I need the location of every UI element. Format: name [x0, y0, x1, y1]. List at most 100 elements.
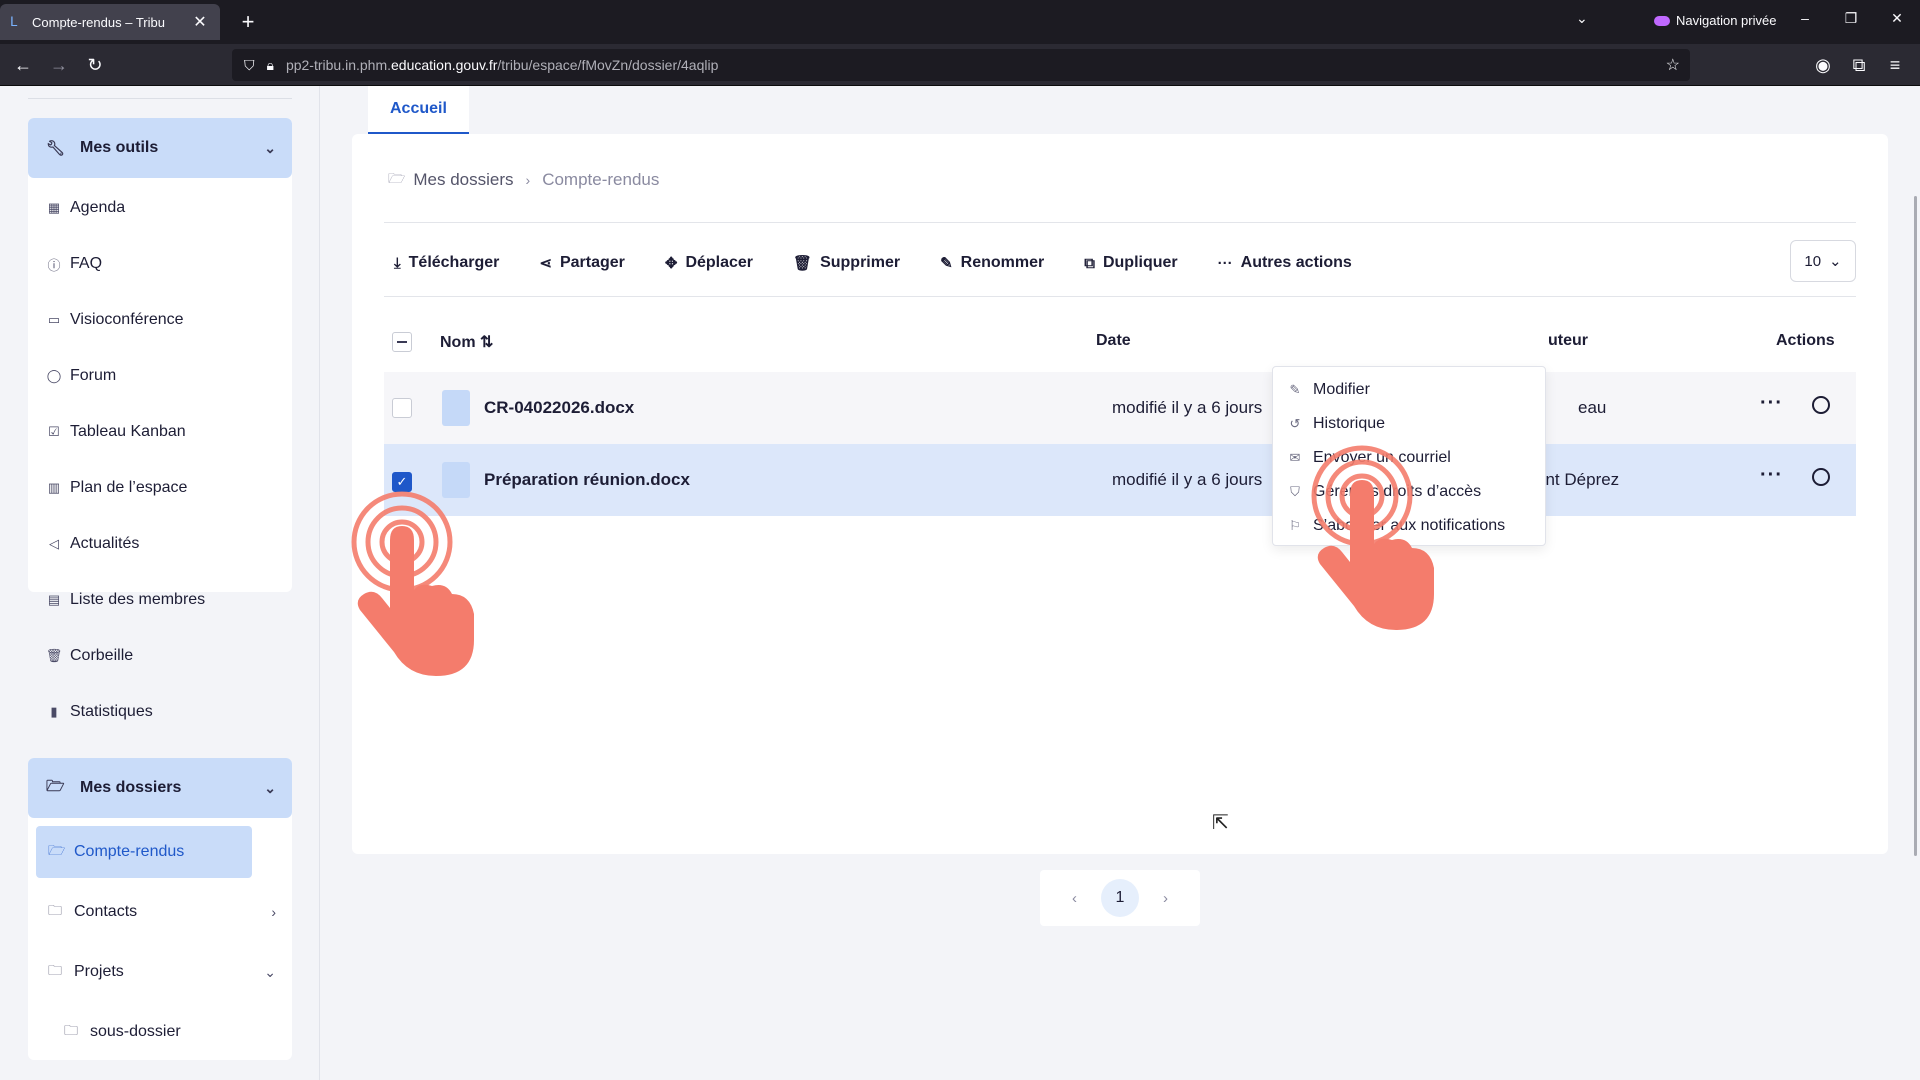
chevron-right-icon[interactable]: ›: [271, 904, 276, 920]
per-page-value: 10: [1804, 252, 1822, 270]
private-browsing-label: Navigation privée: [1676, 13, 1777, 28]
file-author: eau: [1578, 398, 1607, 417]
rename-button[interactable]: ✎ Renommer: [940, 254, 1044, 272]
sidebar-item-members[interactable]: ▤ Liste des membres: [28, 572, 292, 628]
breadcrumb-current: Compte-rendus: [542, 170, 660, 189]
chevron-down-icon[interactable]: ⌄: [264, 964, 276, 981]
select-all-checkbox[interactable]: [392, 332, 412, 352]
move-icon: ✥: [664, 255, 678, 272]
chevron-down-icon[interactable]: ⌄: [264, 140, 276, 157]
row-more-icon[interactable]: ···: [1760, 392, 1783, 415]
comment-icon[interactable]: [1812, 468, 1830, 486]
page-number[interactable]: 1: [1101, 879, 1139, 917]
forum-icon: ◯: [46, 368, 62, 383]
restore-icon[interactable]: ❐: [1836, 10, 1866, 27]
tools-header[interactable]: 🔧︎ Mes outils ⌄: [28, 118, 292, 178]
private-mask-icon: [1654, 15, 1670, 26]
address-bar[interactable]: ⛉ 🔒︎ pp2-tribu.in.phm.education.gouv.fr/…: [232, 49, 1690, 81]
sidebar-item-visio[interactable]: ▭ Visioconférence: [28, 292, 292, 348]
sidebar-item-agenda[interactable]: ▦ Agenda: [28, 180, 292, 236]
chevron-down-icon: ⌄: [1829, 253, 1842, 270]
sidebar-item-forum[interactable]: ◯ Forum: [28, 348, 292, 404]
close-window-icon[interactable]: ✕: [1882, 10, 1912, 27]
edit-icon: ✎: [940, 255, 953, 272]
tab-accueil[interactable]: Accueil: [368, 86, 469, 134]
browser-nav-bar: ← → ↻ ⛉ 🔒︎ pp2-tribu.in.phm.education.go…: [0, 44, 1920, 86]
pencil-icon: ✎: [1289, 382, 1301, 397]
browser-tab-bar: ᒪ Compte-rendus – Tribu ✕ + ⌄ Navigation…: [0, 0, 1920, 44]
row-checkbox[interactable]: ✓: [392, 472, 412, 492]
trash-icon: 🗑︎: [793, 255, 813, 272]
shield-icon: ⛉: [1290, 484, 1300, 499]
next-page-icon[interactable]: ›: [1163, 890, 1168, 907]
sidebar-item-faq[interactable]: ⓘ FAQ: [28, 236, 292, 292]
private-browsing-indicator: Navigation privée: [1654, 13, 1776, 28]
file-name[interactable]: Préparation réunion.docx: [484, 470, 690, 490]
column-date[interactable]: Date: [1096, 332, 1131, 350]
close-tab-icon[interactable]: ✕: [190, 12, 210, 32]
video-icon: ▭: [47, 312, 61, 327]
divider: [384, 222, 1856, 223]
prev-page-icon[interactable]: ‹: [1072, 890, 1077, 907]
share-button[interactable]: ⋖ Partager: [539, 254, 625, 272]
back-arrow-icon[interactable]: ←: [10, 53, 36, 77]
extensions-icon[interactable]: ⧉: [1846, 53, 1872, 77]
reload-icon[interactable]: ↻: [82, 53, 108, 77]
lock-icon[interactable]: 🔒︎: [267, 57, 274, 74]
divider: [384, 296, 1856, 297]
sidebar-item-plan[interactable]: ▥ Plan de l’espace: [28, 460, 292, 516]
duplicate-button[interactable]: ⧉ Dupliquer: [1084, 254, 1177, 272]
sort-icon[interactable]: ⇅: [480, 334, 493, 351]
menu-item-modifier[interactable]: ✎ Modifier: [1273, 373, 1545, 407]
members-icon: ▤: [47, 592, 61, 607]
sidebar-item-kanban[interactable]: ☑ Tableau Kanban: [28, 404, 292, 460]
chevron-down-icon[interactable]: ⌄: [264, 780, 276, 797]
folder-icon: 🗀︎: [48, 962, 62, 978]
folder-item-contacts[interactable]: 🗀︎ Contacts ›: [28, 886, 292, 938]
comment-icon[interactable]: [1812, 396, 1830, 414]
tribu-favicon-icon: ᒪ: [10, 14, 18, 29]
forward-arrow-icon[interactable]: →: [46, 53, 72, 77]
table-row[interactable]: ✓ Préparation réunion.docx modifié il y …: [384, 444, 1856, 516]
share-icon: ⋖: [539, 255, 552, 272]
move-button[interactable]: ✥ Déplacer: [665, 254, 753, 272]
bookmark-star-icon[interactable]: ☆: [1666, 55, 1680, 75]
download-button[interactable]: ⤓ Télécharger: [394, 254, 499, 272]
sidebar-item-stats[interactable]: ▮ Statistiques: [28, 684, 292, 740]
menu-hamburger-icon[interactable]: ≡: [1882, 53, 1908, 77]
delete-button[interactable]: 🗑︎ Supprimer: [793, 254, 900, 272]
folder-item-projets[interactable]: 🗀︎ Projets ⌄: [28, 946, 292, 998]
folder-item-sous-dossier[interactable]: 🗀︎ sous-dossier: [28, 1006, 292, 1058]
account-icon[interactable]: ◉: [1810, 53, 1836, 77]
question-icon: ⓘ: [47, 257, 61, 273]
kanban-icon: ☑: [48, 424, 60, 439]
folders-header[interactable]: 🗁︎ Mes dossiers ⌄: [28, 758, 292, 818]
folders-title: Mes dossiers: [80, 779, 182, 796]
column-author[interactable]: uteur: [1548, 332, 1588, 350]
folder-open-icon: 🗁︎: [46, 777, 65, 795]
browser-tab-title: Compte-rendus – Tribu: [32, 14, 165, 30]
minimize-icon[interactable]: –: [1790, 10, 1820, 26]
menu-item-historique[interactable]: ↺ Historique: [1273, 407, 1545, 441]
row-more-icon[interactable]: ···: [1760, 464, 1783, 487]
url-text: pp2-tribu.in.phm.education.gouv.fr/tribu…: [285, 57, 719, 73]
shield-tracking-icon[interactable]: ⛉: [244, 57, 255, 74]
breadcrumb: 🗁︎ Mes dossiers › Compte-rendus: [388, 168, 659, 192]
new-tab-icon[interactable]: +: [234, 8, 262, 36]
list-tabs-chevron-icon[interactable]: ⌄: [1576, 10, 1588, 27]
scrollbar[interactable]: [1914, 196, 1917, 856]
column-name[interactable]: Nom ⇅: [440, 332, 493, 352]
sidebar-item-news[interactable]: ◁ Actualités: [28, 516, 292, 572]
row-checkbox[interactable]: [392, 398, 412, 418]
folder-icon: 🗀︎: [64, 1022, 78, 1038]
per-page-select[interactable]: 10 ⌄: [1790, 240, 1856, 282]
file-name[interactable]: CR-04022026.docx: [484, 398, 634, 418]
table-row[interactable]: CR-04022026.docx modifié il y a 6 jours …: [384, 372, 1856, 444]
folder-item-compte-rendus[interactable]: 🗁︎ Compte-rendus: [36, 826, 252, 878]
breadcrumb-root[interactable]: Mes dossiers: [413, 170, 513, 190]
copy-icon: ⧉: [1084, 254, 1095, 272]
sidebar-item-trash[interactable]: 🗑︎ Corbeille: [28, 628, 292, 684]
browser-tab[interactable]: ᒪ Compte-rendus – Tribu ✕: [0, 4, 220, 40]
more-actions-button[interactable]: ··· Autres actions: [1218, 254, 1352, 272]
sidebar-divider: [28, 98, 292, 99]
